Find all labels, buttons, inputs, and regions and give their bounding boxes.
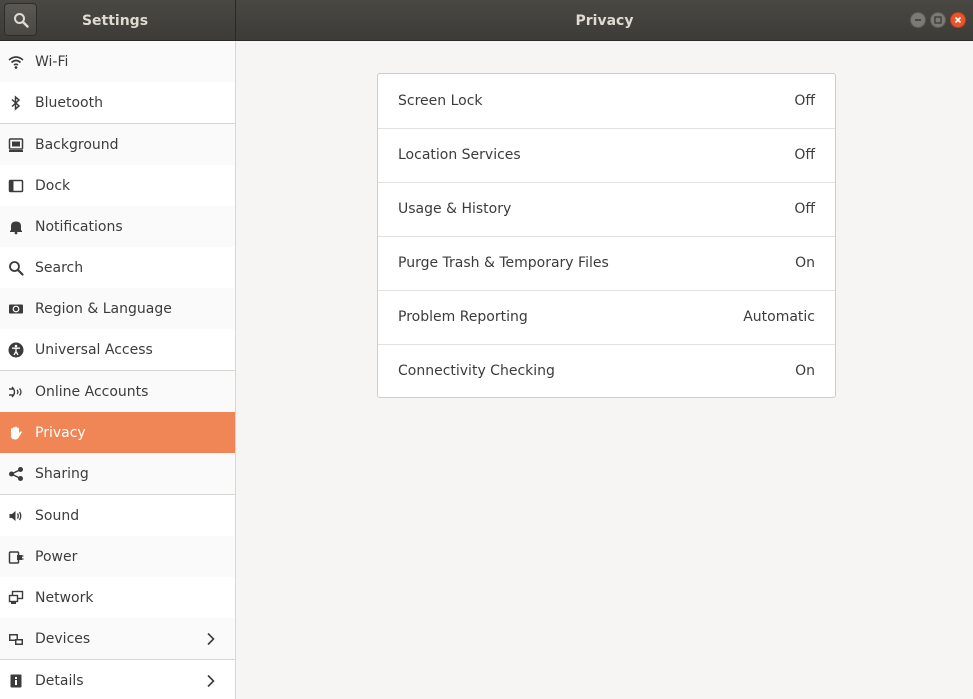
row-value: On: [795, 363, 815, 379]
sidebar-item-label: Notifications: [35, 218, 123, 235]
row-label: Problem Reporting: [398, 309, 528, 325]
row-value: Automatic: [743, 309, 815, 325]
sidebar-item-wifi[interactable]: Wi-Fi: [0, 41, 235, 82]
devices-icon: [8, 631, 24, 647]
row-label: Screen Lock: [398, 93, 483, 109]
chevron-right-icon: [207, 632, 215, 646]
sidebar-item-power[interactable]: Power: [0, 536, 235, 577]
wifi-icon: [8, 54, 24, 70]
network-icon: [8, 590, 24, 606]
sidebar-item-label: Power: [35, 548, 78, 565]
sidebar-item-label: Privacy: [35, 424, 86, 441]
problem-reporting-row[interactable]: Problem Reporting Automatic: [378, 290, 835, 344]
sidebar-item-label: Dock: [35, 177, 71, 194]
sidebar-item-region-language[interactable]: Region & Language: [0, 288, 235, 329]
sidebar-item-label: Region & Language: [35, 300, 172, 317]
sidebar-item-label: Sharing: [35, 465, 89, 482]
search-icon: [8, 260, 24, 276]
sidebar-item-label: Background: [35, 136, 119, 153]
close-icon: [954, 16, 962, 24]
usage-history-row[interactable]: Usage & History Off: [378, 182, 835, 236]
sidebar: Wi-Fi Bluetooth Background Dock Notifica…: [0, 41, 235, 699]
sidebar-item-sound[interactable]: Sound: [0, 495, 235, 536]
sidebar-item-details[interactable]: Details: [0, 660, 235, 699]
sidebar-item-label: Details: [35, 672, 84, 689]
dock-icon: [8, 178, 24, 194]
location-services-row[interactable]: Location Services Off: [378, 128, 835, 182]
sidebar-item-label: Devices: [35, 630, 91, 647]
online-accounts-icon: [8, 384, 24, 400]
row-value: On: [795, 255, 815, 271]
header-bar: Settings Privacy: [0, 0, 973, 41]
sidebar-item-dock[interactable]: Dock: [0, 165, 235, 206]
sidebar-item-online-accounts[interactable]: Online Accounts: [0, 371, 235, 412]
connectivity-checking-row[interactable]: Connectivity Checking On: [378, 344, 835, 397]
bell-icon: [8, 219, 24, 235]
accessibility-icon: [8, 342, 24, 358]
sidebar-item-network[interactable]: Network: [0, 577, 235, 618]
share-icon: [8, 466, 24, 482]
sidebar-item-search[interactable]: Search: [0, 247, 235, 288]
sidebar-item-label: Online Accounts: [35, 383, 149, 400]
sidebar-item-label: Universal Access: [35, 341, 153, 358]
search-button[interactable]: [4, 3, 37, 36]
maximize-icon: [934, 16, 942, 24]
privacy-settings-list: Screen Lock Off Location Services Off Us…: [377, 73, 836, 398]
region-icon: [8, 301, 24, 317]
sidebar-item-universal-access[interactable]: Universal Access: [0, 329, 235, 370]
info-icon: [8, 673, 24, 689]
minimize-button[interactable]: [910, 12, 926, 28]
background-icon: [8, 137, 24, 153]
sidebar-item-label: Wi-Fi: [35, 53, 69, 70]
sidebar-item-label: Network: [35, 589, 94, 606]
sidebar-border: [235, 41, 236, 699]
screen-lock-row[interactable]: Screen Lock Off: [378, 74, 835, 128]
search-icon: [13, 12, 29, 28]
bluetooth-icon: [8, 94, 24, 111]
sidebar-item-sharing[interactable]: Sharing: [0, 453, 235, 494]
row-label: Location Services: [398, 147, 521, 163]
sidebar-item-label: Search: [35, 259, 84, 276]
hand-icon: [8, 425, 24, 441]
sidebar-item-label: Sound: [35, 507, 80, 524]
minimize-icon: [915, 19, 921, 21]
close-button[interactable]: [950, 12, 966, 28]
power-plug-icon: [8, 549, 24, 565]
row-value: Off: [794, 93, 815, 109]
page-title: Privacy: [575, 12, 634, 29]
speaker-icon: [8, 508, 24, 524]
sidebar-item-devices[interactable]: Devices: [0, 618, 235, 659]
row-label: Purge Trash & Temporary Files: [398, 255, 609, 271]
sidebar-item-notifications[interactable]: Notifications: [0, 206, 235, 247]
row-label: Usage & History: [398, 201, 512, 217]
sidebar-item-label: Bluetooth: [35, 94, 103, 111]
row-value: Off: [794, 201, 815, 217]
sidebar-item-background[interactable]: Background: [0, 124, 235, 165]
maximize-button[interactable]: [930, 12, 946, 28]
sidebar-item-bluetooth[interactable]: Bluetooth: [0, 82, 235, 123]
chevron-right-icon: [207, 674, 215, 688]
purge-trash-row[interactable]: Purge Trash & Temporary Files On: [378, 236, 835, 290]
row-value: Off: [794, 147, 815, 163]
row-label: Connectivity Checking: [398, 363, 555, 379]
sidebar-item-privacy[interactable]: Privacy: [0, 412, 235, 453]
